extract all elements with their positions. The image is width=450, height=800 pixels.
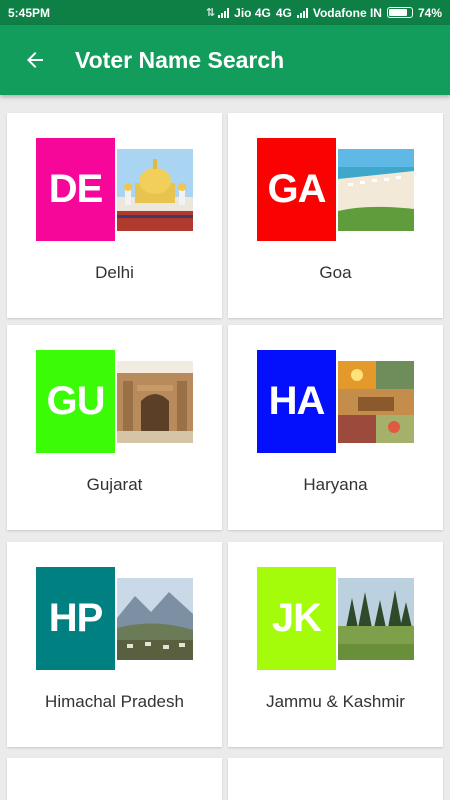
page-title: Voter Name Search — [75, 46, 285, 73]
state-code-badge: GA — [257, 138, 336, 241]
state-card-gujarat[interactable]: GU Gujarat — [7, 325, 222, 530]
state-code-badge: HP — [36, 567, 115, 670]
state-name: Jammu & Kashmir — [266, 692, 405, 711]
status-icons: ⇅ Jio 4G 4G Vodafone IN 74% — [206, 6, 442, 20]
state-name: Himachal Pradesh — [45, 692, 184, 711]
arrow-left-icon — [27, 52, 43, 68]
state-name: Gujarat — [86, 475, 143, 494]
signal-icon-1 — [218, 7, 230, 18]
back-button[interactable] — [0, 25, 70, 95]
data-activity-icon: ⇅ — [205, 7, 215, 19]
carrier1-label: Jio 4G — [234, 5, 271, 20]
status-bar: 5:45PM ⇅ Jio 4G 4G Vodafone IN 74% — [0, 0, 450, 25]
mountain-valley-photo — [117, 578, 193, 660]
state-card-jammu-kashmir[interactable]: JK Jammu & Kashmir — [228, 542, 443, 747]
state-name: Goa — [319, 263, 352, 282]
state-name: Haryana — [303, 475, 368, 494]
state-card-partial[interactable] — [7, 758, 222, 800]
signal-icon-2 — [296, 7, 308, 18]
app-bar: Voter Name Search — [0, 25, 450, 95]
state-card-partial[interactable] — [228, 758, 443, 800]
gurudwara-photo — [117, 149, 193, 231]
mosque-photo — [117, 361, 193, 443]
state-card-delhi[interactable]: DE Delhi — [7, 113, 222, 318]
state-card-haryana[interactable]: HA Haryana — [228, 325, 443, 530]
beach-photo — [338, 149, 414, 231]
landscape-collage-photo — [338, 361, 414, 443]
state-code-badge: HA — [257, 350, 336, 453]
state-code-badge: GU — [36, 350, 115, 453]
state-card-goa[interactable]: GA Goa — [228, 113, 443, 318]
clock: 5:45PM — [8, 5, 51, 20]
state-grid: DE Delhi GA Goa GU Gujarat HA Haryana HP… — [0, 95, 450, 800]
forest-meadow-photo — [338, 578, 414, 660]
state-code-badge: JK — [257, 567, 336, 670]
carrier2-label: Vodafone IN — [312, 5, 382, 20]
state-name: Delhi — [95, 263, 134, 282]
battery-icon — [386, 7, 413, 18]
battery-percent: 74% — [417, 5, 442, 20]
network2-label: 4G — [275, 5, 292, 20]
state-card-himachal-pradesh[interactable]: HP Himachal Pradesh — [7, 542, 222, 747]
state-code-badge: DE — [36, 138, 115, 241]
